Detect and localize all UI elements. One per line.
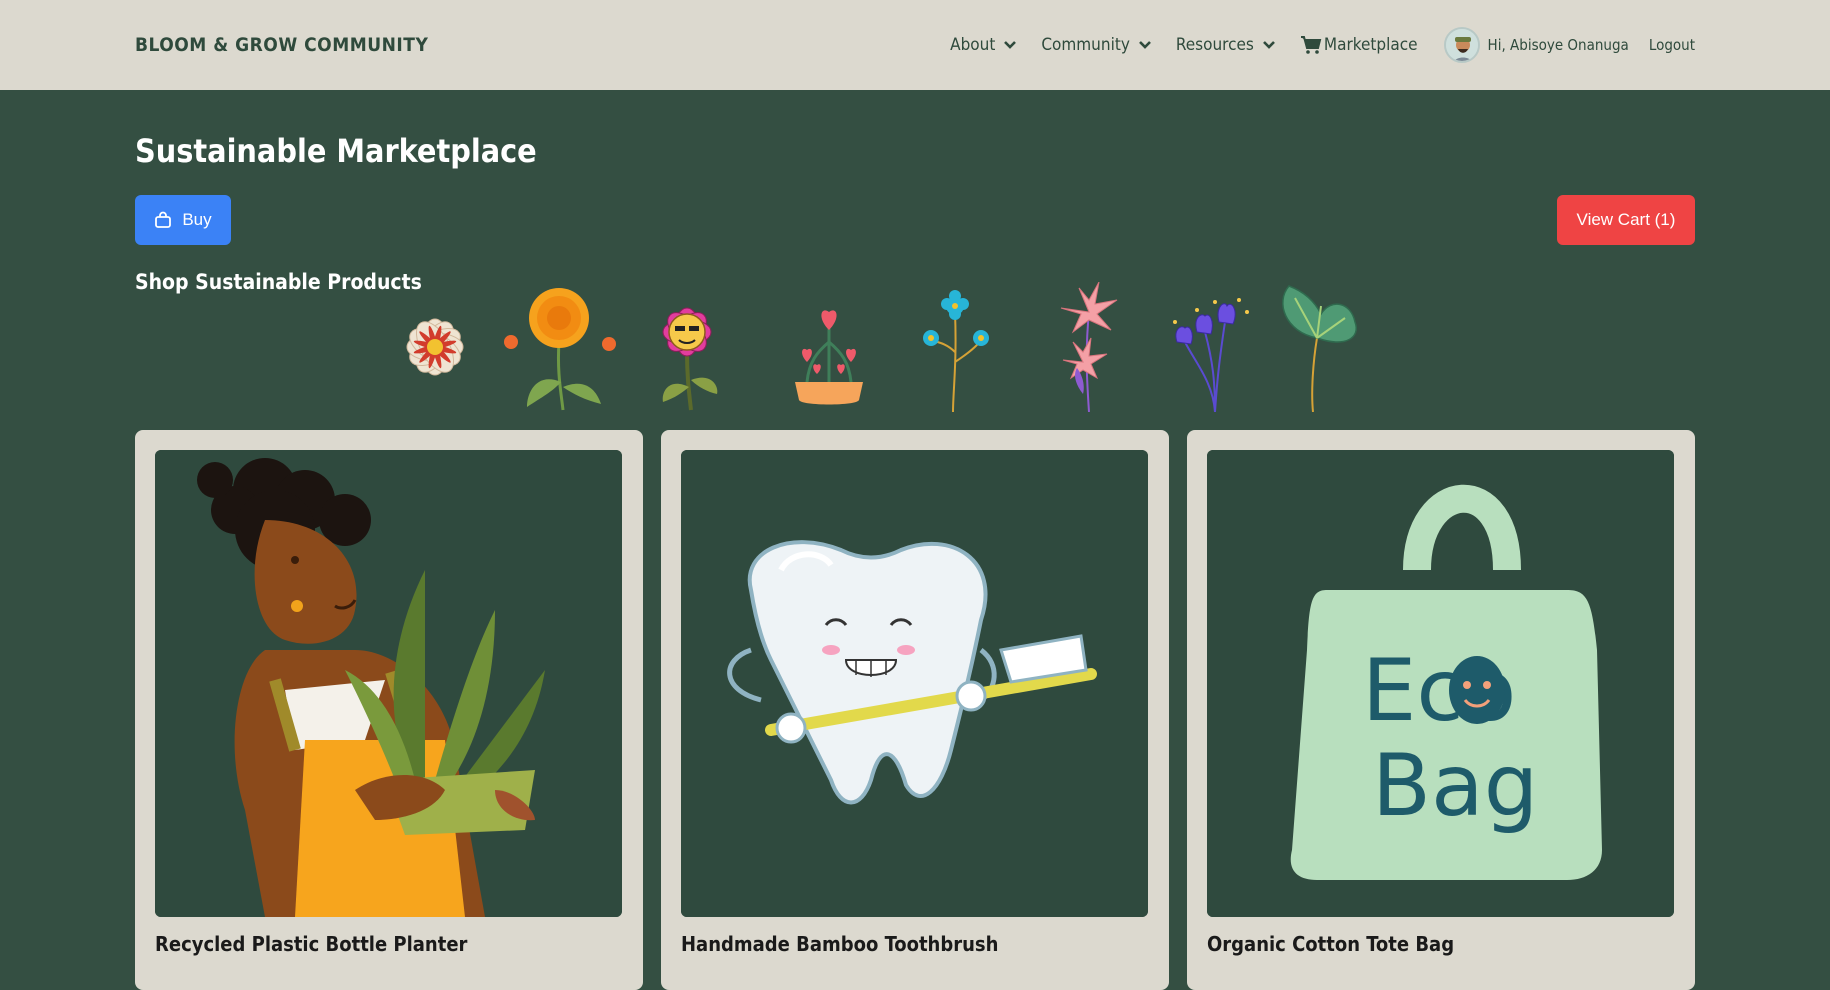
product-name[interactable]: Handmade Bamboo Toothbrush [681, 932, 998, 956]
user-avatar-icon [1445, 29, 1478, 61]
nav-resources-label: Resources [1175, 35, 1254, 55]
product-card[interactable]: Eco Bag Organic Cotton Tote Bag [1187, 430, 1695, 990]
smiling-flower-icon [662, 307, 718, 411]
page-title: Sustainable Marketplace [135, 132, 537, 170]
product-card[interactable]: Recycled Plastic Bottle Planter [135, 430, 643, 990]
shopping-cart-icon [1300, 36, 1322, 54]
flower-decoration-row [375, 282, 1375, 412]
planter-illustration-icon [155, 450, 622, 917]
toothbrush-illustration-icon [681, 450, 1148, 917]
chevron-down-icon [1262, 41, 1275, 49]
blue-flowers-icon [923, 290, 989, 412]
site-brand[interactable]: BLOOM & GROW COMMUNITY [135, 34, 428, 56]
bag-text-bag: Bag [1372, 736, 1538, 836]
tote-bag-illustration-icon: Eco Bag [1207, 450, 1674, 917]
orange-marigold-icon [504, 288, 616, 411]
user-greeting: Hi, Abisoye Onanuga [1487, 36, 1629, 54]
chevron-down-icon [1138, 41, 1151, 49]
heart-pot-icon [795, 310, 863, 405]
product-card[interactable]: Handmade Bamboo Toothbrush [661, 430, 1169, 990]
chevron-down-icon [1004, 41, 1017, 49]
green-leaf-icon [1282, 285, 1357, 412]
daisy-flower-icon [406, 318, 464, 376]
view-cart-button[interactable]: View Cart (1) [1557, 195, 1695, 245]
nav-marketplace[interactable]: Marketplace [1300, 35, 1418, 55]
product-name[interactable]: Organic Cotton Tote Bag [1207, 932, 1454, 956]
nav-marketplace-label: Marketplace [1323, 35, 1418, 55]
nav-about[interactable]: About [950, 35, 1017, 55]
nav-resources[interactable]: Resources [1176, 35, 1276, 55]
logout-link[interactable]: Logout [1649, 36, 1695, 54]
buy-button-label: Buy [182, 210, 212, 229]
avatar[interactable] [1443, 27, 1480, 63]
pink-lily-icon [1060, 282, 1118, 412]
main-nav: About Community Resources Marketplace Hi… [926, 27, 1695, 63]
buy-button[interactable]: Buy [135, 195, 231, 245]
shopping-bag-icon [155, 211, 172, 228]
product-name[interactable]: Recycled Plastic Bottle Planter [155, 932, 467, 956]
site-header: BLOOM & GROW COMMUNITY About Community R… [0, 0, 1830, 90]
user-menu[interactable]: Hi, Abisoye Onanuga [1443, 27, 1629, 63]
product-image[interactable] [155, 450, 622, 917]
nav-community-label: Community [1041, 35, 1130, 55]
nav-about-label: About [950, 35, 996, 55]
product-image[interactable]: Eco Bag [1207, 450, 1674, 917]
nav-community[interactable]: Community [1041, 35, 1152, 55]
product-image[interactable] [681, 450, 1148, 917]
